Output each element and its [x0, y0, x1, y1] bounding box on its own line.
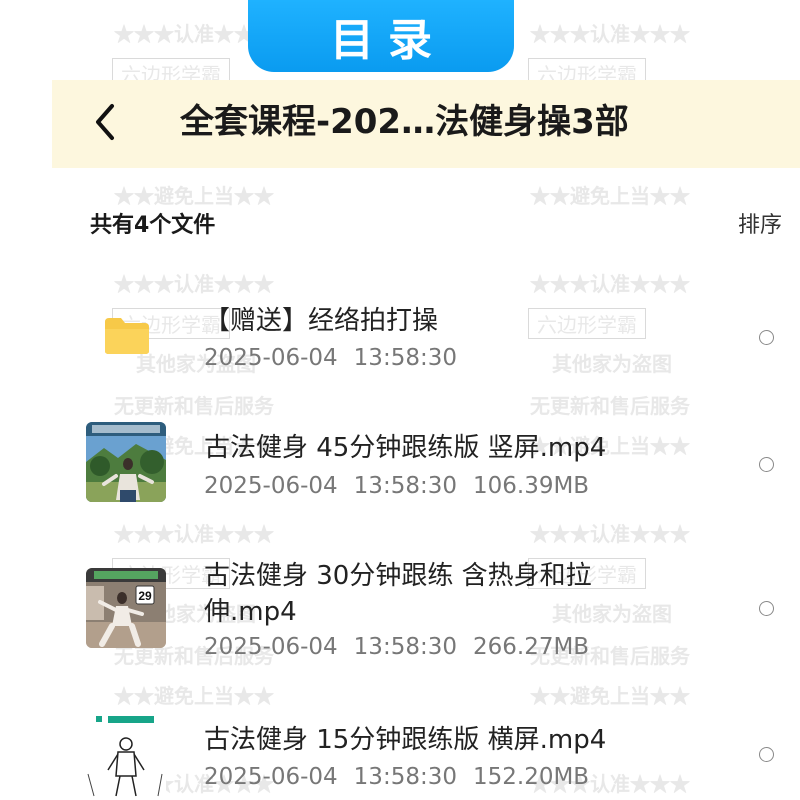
- file-name-line2: 伸.mp4: [204, 597, 297, 627]
- file-list-item[interactable]: 29 古法健身 30分钟跟练 含热身和拉 伸.mp4 2025-06-04 13:…: [0, 558, 800, 668]
- file-name: 古法健身 45分钟跟练版 竖屏.mp4: [204, 433, 607, 463]
- file-date: 2025-06-04: [204, 634, 338, 660]
- header-bar: 全套课程-202…法健身操3部: [52, 80, 800, 168]
- watermark-text: ★★★认准★★★: [530, 522, 690, 546]
- select-radio[interactable]: [759, 747, 774, 762]
- file-time: 13:58:30: [353, 473, 457, 499]
- file-date: 2025-06-04: [204, 345, 338, 371]
- file-meta: 2025-06-04 13:58:30 266.27MB: [204, 634, 605, 660]
- catalog-banner: 目录: [248, 0, 514, 72]
- watermark-text: ★★避免上当★★: [114, 184, 274, 208]
- file-count-label: 共有4个文件: [90, 213, 216, 238]
- counter-text: 29: [138, 589, 152, 603]
- file-list-item[interactable]: 【赠送】经络拍打操 2025-06-04 13:58:30: [0, 290, 800, 390]
- watermark-text: ★★避免上当★★: [530, 184, 690, 208]
- file-name: 古法健身 15分钟跟练版 横屏.mp4: [204, 725, 607, 755]
- folder-icon: [105, 318, 149, 354]
- file-name-line1: 古法健身 30分钟跟练 含热身和拉: [204, 561, 592, 591]
- file-time: 13:58:30: [353, 764, 457, 790]
- file-name: 【赠送】经络拍打操: [204, 306, 439, 336]
- file-meta: 2025-06-04 13:58:30 106.39MB: [204, 473, 605, 499]
- file-meta: 2025-06-04 13:58:30: [204, 345, 473, 371]
- sort-button[interactable]: 排序: [738, 207, 782, 239]
- select-radio[interactable]: [759, 601, 774, 616]
- file-list-item[interactable]: 古法健身 15分钟跟练版 横屏.mp4 2025-06-04 13:58:30 15…: [0, 712, 800, 800]
- page-title: 全套课程-202…法健身操3部: [180, 102, 629, 142]
- watermark-text: ★★避免上当★★: [530, 684, 690, 708]
- select-radio[interactable]: [759, 457, 774, 472]
- watermark-text: 无更新和售后服务: [114, 394, 274, 418]
- file-size: 152.20MB: [472, 764, 590, 790]
- file-meta: 2025-06-04 13:58:30 152.20MB: [204, 764, 605, 790]
- video-thumbnail: 29: [86, 568, 166, 648]
- banner-text: 目录: [330, 15, 446, 66]
- file-size: 266.27MB: [472, 634, 590, 660]
- file-size: 106.39MB: [472, 473, 590, 499]
- watermark-text: ★★★认准★★★: [530, 22, 690, 46]
- watermark-text: 无更新和售后服务: [530, 394, 690, 418]
- file-list-item[interactable]: 古法健身 45分钟跟练版 竖屏.mp4 2025-06-04 13:58:30 10…: [0, 420, 800, 510]
- video-thumbnail: [86, 714, 166, 800]
- file-time: 13:58:30: [353, 345, 457, 371]
- back-arrow-icon[interactable]: [90, 100, 120, 144]
- watermark-text: ★★避免上当★★: [114, 684, 274, 708]
- watermark-text: ★★★认准★★★: [114, 522, 274, 546]
- file-time: 13:58:30: [353, 634, 457, 660]
- file-date: 2025-06-04: [204, 473, 338, 499]
- file-date: 2025-06-04: [204, 764, 338, 790]
- select-radio[interactable]: [759, 330, 774, 345]
- video-thumbnail: [86, 422, 166, 502]
